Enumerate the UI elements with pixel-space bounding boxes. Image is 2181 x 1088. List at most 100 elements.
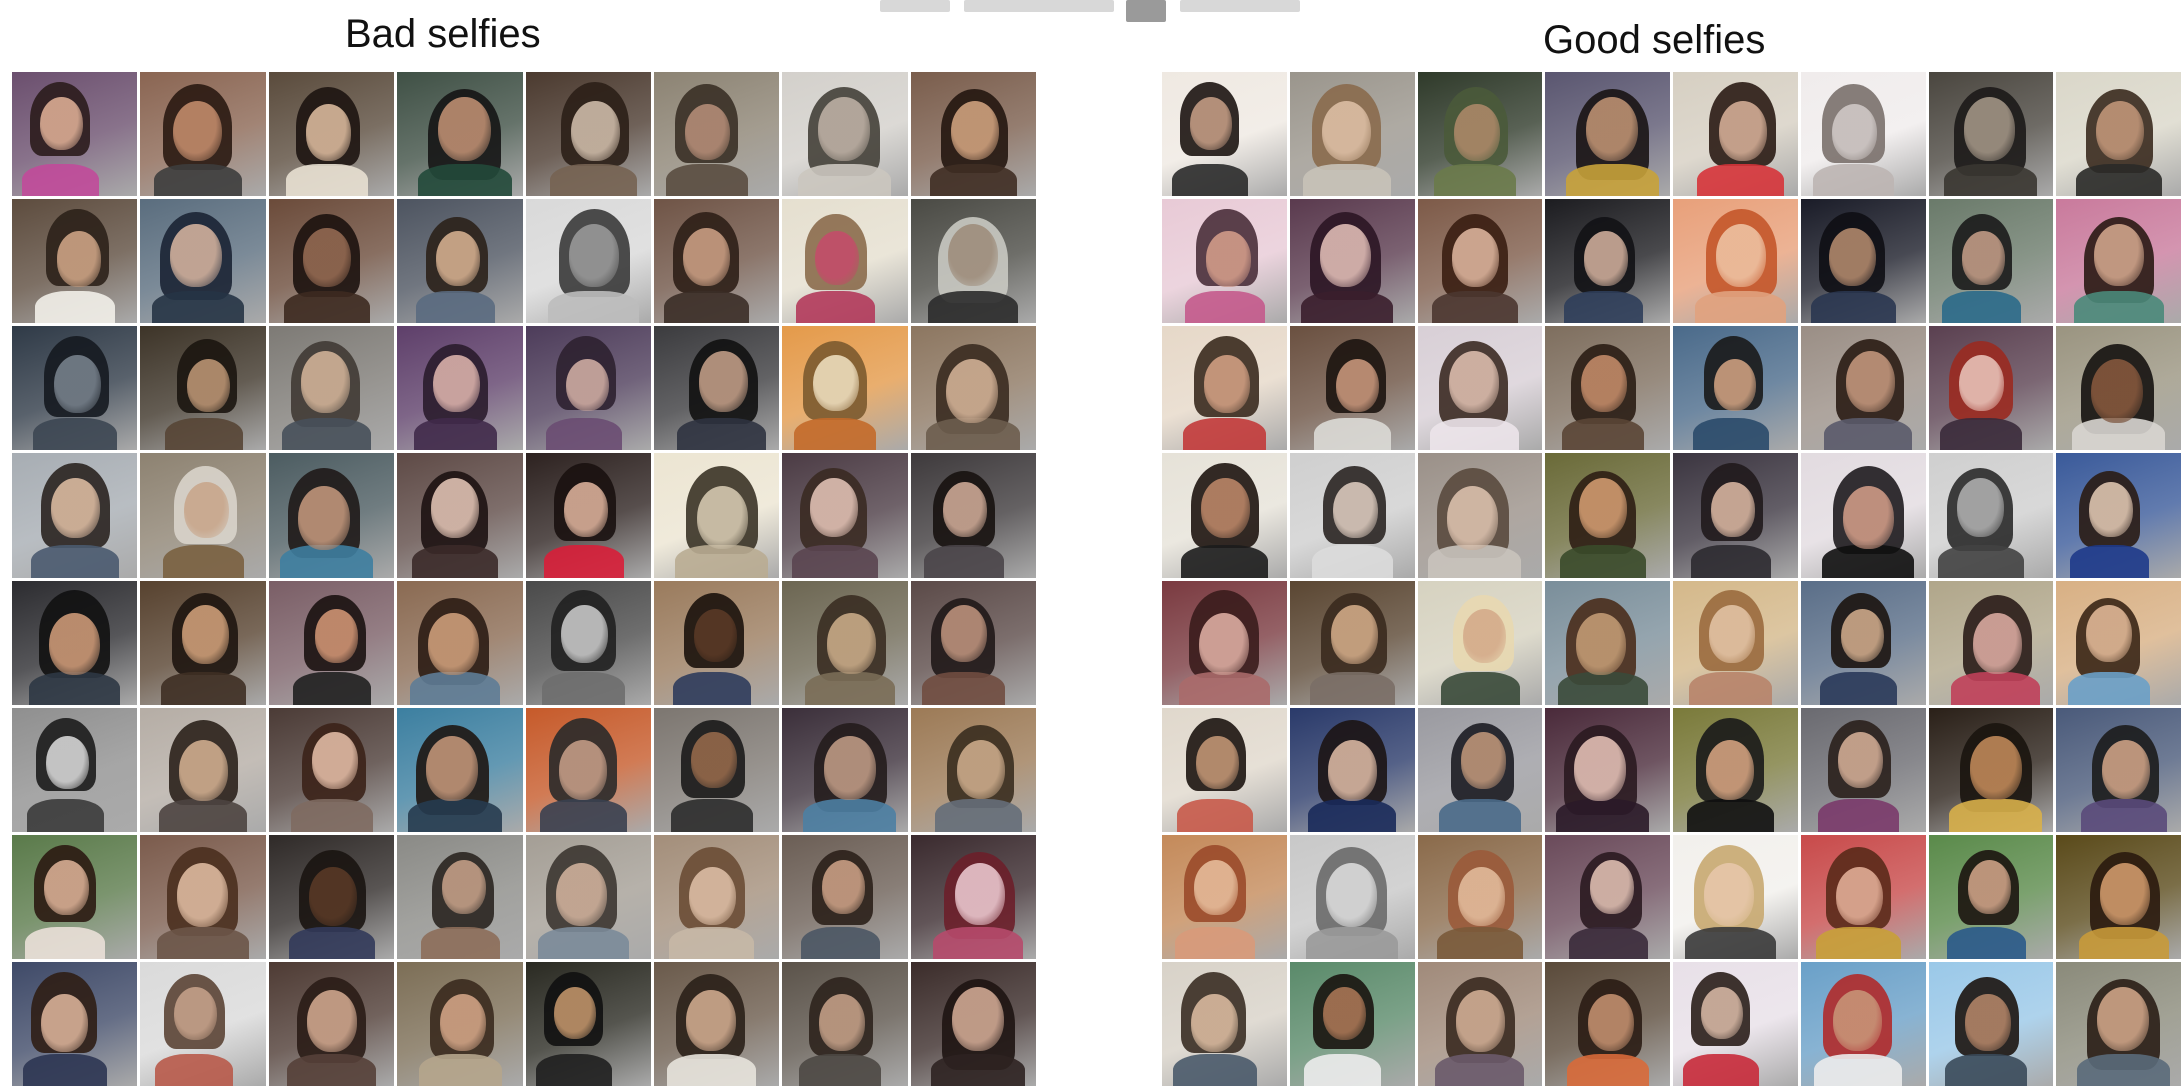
bad-selfie-photo-tile (12, 72, 138, 197)
photo-subject-face (2086, 605, 2133, 663)
photo-subject-face (810, 478, 859, 538)
photo-subject-clothing (1308, 799, 1397, 832)
photo-subject-face (1201, 478, 1250, 539)
photo-subject-face (817, 96, 870, 161)
photo-subject-face (1718, 100, 1767, 161)
bad-selfie-photo-tile (268, 707, 395, 832)
photo-subject-clothing (799, 1053, 882, 1086)
photo-subject-face (54, 354, 101, 413)
good-selfie-photo-tile (1673, 72, 1798, 197)
photo-subject-clothing (796, 290, 875, 324)
photo-subject-face (815, 231, 860, 286)
bad-selfie-photo-tile (782, 326, 908, 451)
good-selfie-photo-tile (1289, 580, 1415, 705)
photo-subject-clothing (1184, 290, 1265, 324)
photo-subject-clothing (1822, 545, 1914, 578)
photo-subject-clothing (29, 672, 121, 705)
good-selfie-photo-tile (1417, 961, 1543, 1086)
photo-subject-face (1840, 609, 1884, 663)
good-selfie-photo-tile (1928, 453, 2054, 578)
photo-subject-clothing (1182, 418, 1267, 451)
photo-subject-clothing (23, 1053, 107, 1086)
photo-subject-clothing (1684, 926, 1776, 959)
good-selfie-photo-tile (1673, 199, 1798, 324)
photo-subject-face (558, 739, 608, 801)
good-selfie-photo-tile (2056, 834, 2181, 959)
photo-subject-face (40, 96, 83, 150)
photo-subject-clothing (2080, 799, 2167, 832)
bad-selfie-photo-tile (910, 834, 1036, 959)
photo-subject-clothing (1561, 418, 1645, 451)
bad-selfie-photo-tile (140, 707, 266, 832)
photo-subject-clothing (2075, 163, 2162, 197)
good-selfie-photo-tile (1545, 834, 1670, 959)
good-selfie-photo-tile (1673, 326, 1798, 451)
photo-subject-face (563, 481, 609, 538)
photo-subject-face (1451, 227, 1500, 287)
photo-subject-clothing (1696, 163, 1785, 197)
bad-selfie-photo-tile (653, 707, 780, 832)
photo-subject-face (1583, 231, 1628, 286)
bad-selfie-photo-tile (525, 580, 651, 705)
good-selfie-photo-tile (1417, 199, 1543, 324)
photo-subject-face (439, 994, 486, 1052)
good-selfie-photo-tile (1800, 834, 1926, 959)
good-selfie-photo-tile (1417, 326, 1543, 451)
photo-subject-clothing (545, 418, 623, 451)
photo-subject-face (1972, 612, 2023, 675)
photo-subject-face (433, 354, 480, 412)
photo-subject-face (954, 863, 1005, 926)
photo-subject-face (1325, 863, 1377, 927)
photo-subject-face (1578, 478, 1627, 538)
photo-subject-face (693, 609, 738, 663)
good-selfie-photo-tile (2056, 580, 2181, 705)
bad-selfie-photo-tile (268, 199, 395, 324)
photo-subject-clothing (281, 418, 372, 451)
bad-selfie-photo-tile (268, 580, 395, 705)
photo-subject-face (2088, 481, 2133, 537)
bad-selfie-photo-tile (782, 199, 908, 324)
photo-subject-clothing (543, 545, 624, 578)
bad-selfie-photo-tile (397, 834, 523, 959)
photo-subject-face (943, 481, 988, 537)
photo-subject-clothing (1439, 799, 1522, 832)
photo-subject-face (1581, 354, 1628, 412)
photo-subject-clothing (1557, 672, 1648, 705)
photo-subject-face (1454, 104, 1500, 161)
bad-selfie-photo-tile (782, 580, 908, 705)
photo-subject-clothing (1811, 290, 1896, 324)
bad-selfie-photo-tile (525, 199, 651, 324)
good-selfie-photo-tile (1162, 326, 1287, 451)
photo-subject-clothing (413, 418, 497, 451)
photo-subject-face (1590, 859, 1635, 915)
photo-subject-clothing (1430, 418, 1520, 451)
photo-subject-face (298, 485, 350, 550)
photo-subject-clothing (1690, 545, 1771, 578)
photo-subject-clothing (798, 163, 892, 197)
bad-selfie-photo-tile (525, 453, 651, 578)
photo-subject-clothing (1304, 1053, 1382, 1086)
good-selfie-photo-tile (1545, 199, 1670, 324)
photo-subject-face (2091, 358, 2144, 424)
bad-selfie-photo-tile (140, 961, 266, 1086)
bad-selfie-photo-tile (140, 199, 266, 324)
good-selfie-photo-tile (1162, 707, 1287, 832)
good-selfie-photo-tile (1673, 580, 1798, 705)
photo-subject-clothing (1441, 672, 1520, 705)
photo-subject-face (1961, 231, 2005, 286)
photo-subject-face (1330, 605, 1378, 664)
photo-subject-face (2099, 863, 2150, 926)
bad-selfie-photo-tile (140, 326, 266, 451)
good-selfie-photo-tile (2056, 707, 2181, 832)
photo-subject-face (176, 863, 228, 927)
photo-subject-clothing (1312, 545, 1394, 578)
photo-subject-clothing (158, 799, 248, 832)
photo-subject-face (685, 104, 731, 161)
good-selfie-photo-tile (1417, 707, 1543, 832)
photo-subject-face (821, 859, 866, 914)
photo-subject-face (179, 739, 229, 801)
photo-subject-clothing (292, 672, 372, 705)
good-selfie-photo-tile (1673, 453, 1798, 578)
good-selfie-photo-tile (1928, 707, 2054, 832)
photo-subject-face (309, 867, 358, 926)
